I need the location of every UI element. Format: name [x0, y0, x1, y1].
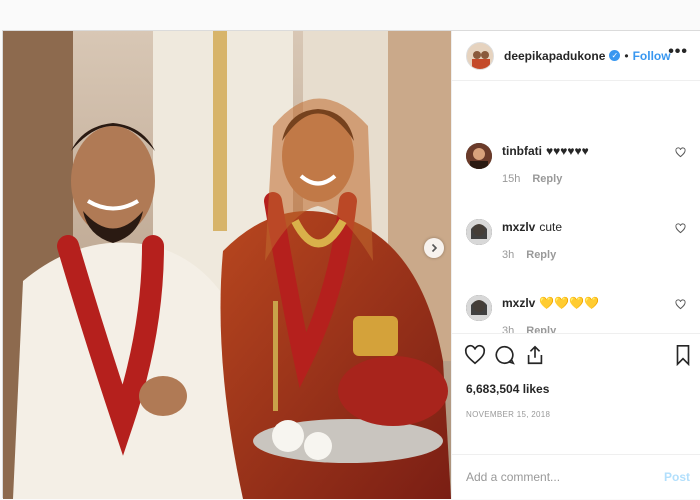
comment-composer: Post — [452, 454, 700, 500]
username-link[interactable]: deepikapadukone — [504, 49, 605, 63]
commenter-avatar[interactable] — [466, 143, 492, 169]
add-comment-input[interactable] — [466, 467, 646, 487]
like-heart-icon[interactable] — [464, 344, 486, 366]
follow-button[interactable]: Follow — [633, 49, 671, 63]
post-date[interactable]: NOVEMBER 15, 2018 — [466, 410, 550, 419]
like-comment-heart-icon[interactable] — [675, 299, 686, 310]
profile-picture-icon — [467, 42, 493, 69]
verified-badge-icon: ✓ — [609, 50, 621, 61]
action-icons-row — [464, 344, 692, 374]
comment-age: 15h — [502, 173, 521, 185]
wedding-photo-illustration — [3, 31, 451, 499]
reply-button[interactable]: Reply — [532, 173, 562, 185]
like-comment-heart-icon[interactable] — [675, 147, 686, 158]
post-photo[interactable] — [3, 31, 451, 499]
post-comment-button[interactable]: Post — [664, 470, 690, 484]
chevron-right-icon — [431, 243, 438, 253]
likes-count[interactable]: 6,683,504 likes — [466, 382, 549, 396]
carousel-next-button[interactable] — [424, 238, 444, 258]
comment-bubble-icon[interactable] — [494, 344, 516, 366]
comment-text: mxzlv 💛💛💛💛 — [502, 295, 677, 311]
comment-username[interactable]: mxzlv — [502, 296, 535, 310]
more-options-icon[interactable]: ••• — [668, 43, 688, 61]
share-icon[interactable] — [524, 344, 546, 366]
commenter-avatar[interactable] — [466, 219, 492, 245]
comment-message: cute — [539, 220, 563, 234]
avatar[interactable] — [466, 41, 494, 70]
comment-username[interactable]: mxzlv — [502, 220, 535, 234]
save-bookmark-icon[interactable] — [674, 344, 692, 366]
comment-text: mxzlv cute — [502, 219, 677, 235]
post-header: deepikapadukone ✓ • Follow ••• — [452, 31, 700, 81]
commenter-photo-icon — [466, 295, 492, 321]
comment-age: 3h — [502, 249, 515, 261]
instagram-page: deepikapadukone ✓ • Follow ••• tinbfati … — [0, 0, 700, 500]
commenter-avatar[interactable] — [466, 295, 492, 321]
commenter-photo-icon — [466, 219, 492, 245]
comment-meta: 15h Reply — [502, 173, 677, 185]
reply-button[interactable]: Reply — [526, 249, 556, 261]
post-side-panel: deepikapadukone ✓ • Follow ••• tinbfati … — [451, 31, 700, 499]
comment-meta: 3h Reply — [502, 249, 677, 261]
comment-message: 💛💛💛💛 — [539, 296, 600, 310]
like-comment-heart-icon[interactable] — [675, 223, 686, 234]
post-card: deepikapadukone ✓ • Follow ••• tinbfati … — [2, 30, 700, 499]
comment-username[interactable]: tinbfati — [502, 144, 542, 158]
commenter-photo-icon — [466, 143, 492, 169]
comments-list: tinbfati ♥♥♥♥♥♥ 15h Reply mxzlv cute 3h … — [452, 81, 700, 333]
reply-button[interactable]: Reply — [526, 325, 556, 333]
comment-text: tinbfati ♥♥♥♥♥♥ — [502, 143, 677, 159]
post-actions: 6,683,504 likes NOVEMBER 15, 2018 Post — [452, 333, 700, 499]
comment-age: 3h — [502, 325, 515, 333]
comment-message: ♥♥♥♥♥♥ — [546, 144, 589, 158]
comment-meta: 3h Reply — [502, 325, 677, 333]
separator-dot: • — [624, 48, 629, 63]
